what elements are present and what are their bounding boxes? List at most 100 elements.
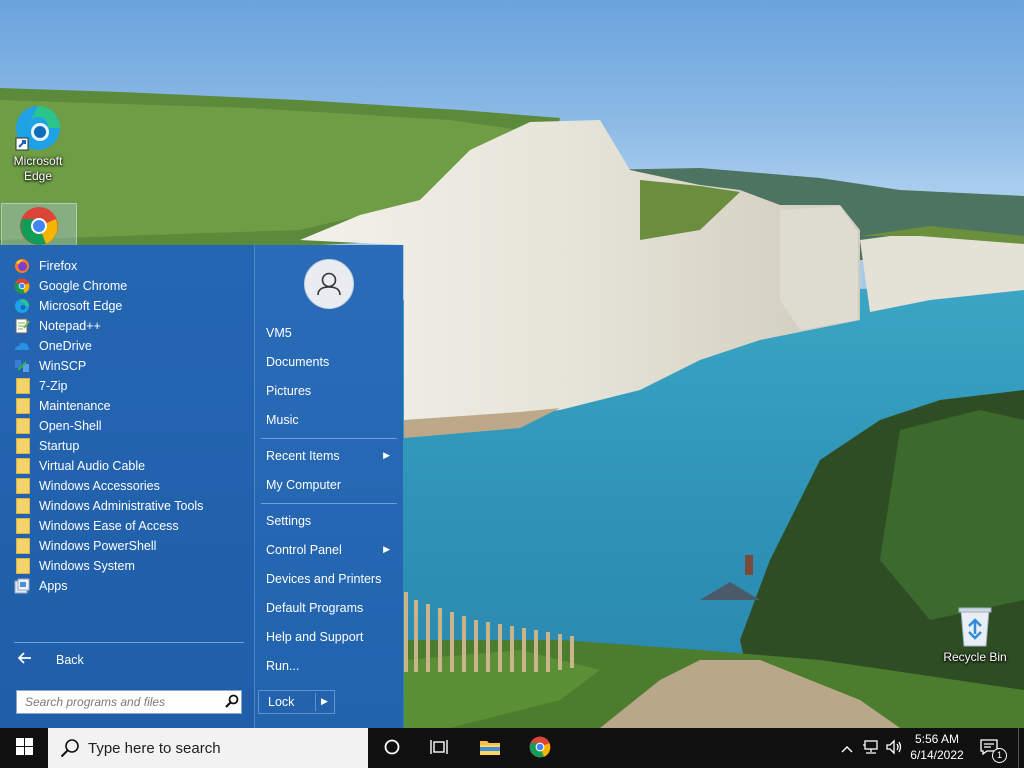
firefox-icon (14, 258, 30, 274)
start-button[interactable] (0, 728, 48, 768)
folder-icon (14, 418, 30, 434)
program-item-firefox[interactable]: Firefox (14, 256, 250, 276)
program-item-7-zip[interactable]: 7-Zip (14, 376, 250, 396)
program-item-windows-accessories[interactable]: Windows Accessories (14, 476, 250, 496)
program-item-google-chrome[interactable]: Google Chrome (14, 276, 250, 296)
menu-item-music[interactable]: Music (266, 409, 396, 431)
program-label: WinSCP (39, 359, 87, 373)
show-desktop-button[interactable] (1018, 728, 1024, 768)
program-label: Windows Accessories (39, 479, 160, 493)
menu-item-default-programs[interactable]: Default Programs (266, 597, 396, 619)
program-item-windows-system[interactable]: Windows System (14, 556, 250, 576)
folder-icon (14, 498, 30, 514)
program-label: Microsoft Edge (39, 299, 123, 313)
network-button[interactable] (861, 738, 881, 758)
program-label: 7-Zip (39, 379, 68, 393)
start-menu: Firefox Google Chrome Microsoft Edge Notepa… (0, 245, 403, 728)
volume-button[interactable] (884, 738, 904, 758)
desktop-icon-label: Recycle Bin (943, 650, 1007, 664)
task-view-button[interactable] (416, 728, 462, 768)
onedrive-icon (14, 338, 30, 354)
taskbar-clock[interactable]: 5:56 AM 6/14/2022 (906, 731, 968, 763)
cortana-button[interactable] (369, 728, 415, 768)
program-item-notepad[interactable]: Notepad++ (14, 316, 250, 336)
program-item-open-shell[interactable]: Open-Shell (14, 416, 250, 436)
winscp-icon (14, 358, 30, 374)
menu-item-recent-items[interactable]: Recent Items ▶ (266, 445, 396, 467)
folder-icon (14, 558, 30, 574)
action-center-button[interactable]: 1 (976, 736, 1007, 763)
volume-icon (885, 738, 903, 758)
back-arrow-icon (17, 651, 44, 669)
menu-item-control-panel[interactable]: Control Panel ▶ (266, 539, 396, 561)
desktop-icon-recycle-bin[interactable]: Recycle Bin (937, 604, 1013, 665)
back-label: Back (56, 653, 84, 667)
desktop-icon-google-chrome[interactable] (1, 203, 77, 246)
menu-item-pictures[interactable]: Pictures (266, 380, 396, 402)
folder-icon (14, 458, 30, 474)
chrome-icon (15, 206, 63, 245)
program-label: Windows System (39, 559, 135, 573)
menu-item-run[interactable]: Run... (266, 655, 396, 677)
user-avatar[interactable] (304, 259, 354, 309)
program-item-onedrive[interactable]: OneDrive (14, 336, 250, 356)
program-item-winscp[interactable]: WinSCP (14, 356, 250, 376)
program-item-maintenance[interactable]: Maintenance (14, 396, 250, 416)
apps-icon (14, 578, 30, 594)
network-icon (862, 739, 880, 758)
divider (261, 503, 397, 504)
program-label: Google Chrome (39, 279, 128, 293)
desktop-icon-label: Edge (23, 169, 53, 183)
taskbar-search-placeholder: Type here to search (88, 739, 221, 757)
chrome-icon (529, 736, 551, 761)
windows-logo-icon (15, 738, 33, 758)
program-label: Startup (39, 439, 80, 453)
search-icon[interactable] (225, 694, 239, 711)
program-item-startup[interactable]: Startup (14, 436, 250, 456)
clock-date: 6/14/2022 (910, 748, 964, 762)
recycle-bin-icon (955, 604, 995, 648)
menu-item-devices-and-printers[interactable]: Devices and Printers (266, 568, 396, 590)
edge-icon (14, 298, 30, 314)
menu-item-label: Pictures (266, 384, 312, 398)
menu-item-label: Default Programs (266, 601, 364, 615)
programs-list: Firefox Google Chrome Microsoft Edge Notepa… (14, 256, 250, 596)
notification-count-badge: 1 (992, 748, 1007, 763)
program-item-apps[interactable]: Apps (14, 576, 250, 596)
program-label: Windows Administrative Tools (39, 499, 204, 513)
menu-item-documents[interactable]: Documents (266, 351, 396, 373)
menu-item-help-and-support[interactable]: Help and Support (266, 626, 396, 648)
menu-item-settings[interactable]: Settings (266, 510, 396, 532)
taskbar: Type here to search 5:56 AM 6/14/2022 1 (0, 728, 1024, 768)
lock-button[interactable]: Lock ▶ (258, 690, 335, 714)
taskbar-search-box[interactable]: Type here to search (48, 728, 368, 768)
notepadpp-icon (14, 318, 30, 334)
file-explorer-button[interactable] (467, 728, 513, 768)
menu-item-label: Recent Items (266, 449, 340, 463)
file-explorer-icon (479, 738, 501, 759)
power-options-arrow-icon[interactable]: ▶ (321, 696, 328, 707)
program-label: Apps (39, 579, 68, 593)
places-pane: VM5 Documents Pictures Music Recent Items ▶ M… (255, 245, 403, 728)
program-label: Virtual Audio Cable (39, 459, 146, 473)
program-item-virtual-audio-cable[interactable]: Virtual Audio Cable (14, 456, 250, 476)
program-item-windows-ease-of-access[interactable]: Windows Ease of Access (14, 516, 250, 536)
back-button[interactable]: Back (14, 649, 244, 671)
program-label: Firefox (39, 259, 78, 273)
cortana-icon (384, 739, 400, 758)
program-item-microsoft-edge[interactable]: Microsoft Edge (14, 296, 250, 316)
menu-item-my-computer[interactable]: My Computer (266, 474, 396, 496)
search-icon (60, 738, 80, 758)
program-label: Notepad++ (39, 319, 101, 333)
menu-item-label: Music (266, 413, 299, 427)
menu-item-label: Settings (266, 514, 312, 528)
program-item-windows-powershell[interactable]: Windows PowerShell (14, 536, 250, 556)
program-item-windows-administrative-tools[interactable]: Windows Administrative Tools (14, 496, 250, 516)
desktop-icon-microsoft-edge[interactable]: Microsoft Edge (0, 104, 76, 184)
start-search-box[interactable] (16, 690, 242, 714)
clock-time: 5:56 AM (914, 732, 960, 746)
user-name-item[interactable]: VM5 (266, 322, 396, 344)
chrome-taskbar-button[interactable] (517, 728, 563, 768)
show-hidden-icons-button[interactable] (838, 738, 856, 758)
start-search-input[interactable] (23, 694, 223, 710)
